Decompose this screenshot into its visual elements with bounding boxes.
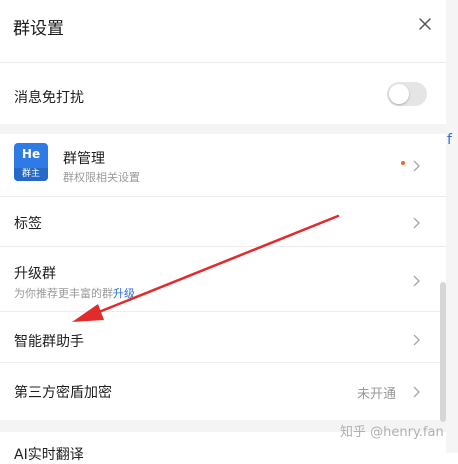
avatar-badge: 群主 [14,168,48,181]
third-party-status: 未开通 [357,387,397,402]
watermark: 知乎 @henry.fan [340,425,444,440]
page-title: 群设置 [13,19,64,39]
toggle-knob [389,84,409,104]
divider [0,62,446,63]
upgrade-label[interactable]: 升级群 [14,263,56,283]
mute-toggle[interactable] [387,82,427,106]
chevron-right-icon[interactable] [411,158,421,172]
divider [0,196,446,197]
divider [0,246,446,247]
notification-dot [401,161,405,165]
chevron-right-icon[interactable] [411,332,421,346]
chevron-right-icon[interactable] [411,215,421,229]
divider [0,362,446,363]
avatar-initials: He [21,147,41,161]
third-party-label[interactable]: 第三方密盾加密 [14,382,112,402]
scrollbar[interactable] [440,282,446,422]
mute-label: 消息免打扰 [14,90,84,106]
upgrade-subtitle: 为你推荐更丰富的群升级 [14,285,135,301]
tags-label[interactable]: 标签 [14,213,42,233]
ai-translate-label[interactable]: AI实时翻译 [14,444,84,464]
chevron-right-icon[interactable] [411,384,421,398]
background-strip [446,0,458,453]
assistant-label[interactable]: 智能群助手 [14,331,84,351]
edge-text: f [447,132,452,148]
group-manage-title[interactable]: 群管理 [63,148,105,168]
chevron-right-icon[interactable] [411,273,421,287]
group-manage-subtitle: 群权限相关设置 [63,171,140,184]
upgrade-subtitle-text: 为你推荐更丰富的群 [14,287,113,300]
avatar: He 群主 [14,143,48,181]
divider [0,311,446,312]
close-icon[interactable] [414,13,436,35]
group-settings-panel: 群设置 消息免打扰 He 群主 群管理 群权限相关设置 标签 升级群 为你推荐更… [0,0,446,463]
section-gap [0,124,446,134]
upgrade-link[interactable]: 升级 [113,287,135,300]
